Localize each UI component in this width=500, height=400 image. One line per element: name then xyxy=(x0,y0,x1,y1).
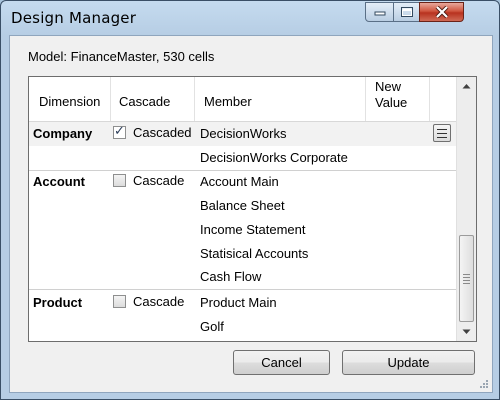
cascade-checkbox[interactable]: ✓ xyxy=(113,124,126,139)
grip-line xyxy=(463,283,470,284)
member-name: Golf xyxy=(200,319,224,334)
member-name: DecisionWorks Corporate xyxy=(200,150,348,165)
column-divider xyxy=(429,77,430,121)
column-header-member[interactable]: Member xyxy=(204,94,252,109)
dialog-body: Model: FinanceMaster, 530 cells Dimensio… xyxy=(9,35,493,393)
member-name: Cash Flow xyxy=(200,269,262,284)
member-name: DecisionWorks xyxy=(200,126,287,141)
close-icon xyxy=(435,6,448,18)
model-info-label: Model: FinanceMaster, 530 cells xyxy=(28,49,215,64)
dimension-name: Account xyxy=(33,174,85,189)
scrollbar-thumb[interactable] xyxy=(459,235,474,322)
dimension-name: Company xyxy=(33,126,93,141)
chevron-up-icon xyxy=(462,83,471,88)
member-name: Account Main xyxy=(200,174,279,189)
member-name: Balance Sheet xyxy=(200,198,285,213)
column-divider xyxy=(365,77,366,121)
grip-line xyxy=(463,277,470,278)
cascade-label: Cascade xyxy=(133,294,185,309)
window-title: Design Manager xyxy=(11,9,137,27)
cascade-checkbox[interactable] xyxy=(113,174,126,187)
cancel-button[interactable]: Cancel xyxy=(233,350,330,375)
menu-icon-line xyxy=(437,137,447,138)
grip-line xyxy=(463,274,470,275)
table-row[interactable]: Company ✓ Cascaded DecisionWorks xyxy=(29,122,456,146)
column-divider xyxy=(110,77,111,121)
table-row[interactable]: Income Statement xyxy=(29,218,456,242)
resize-grip-icon[interactable] xyxy=(479,379,489,389)
table-row[interactable]: DecisionWorks Corporate xyxy=(29,146,456,170)
cascade-label: Cascade xyxy=(133,173,185,188)
table-row[interactable]: Statisical Accounts xyxy=(29,242,456,266)
member-name: Product Main xyxy=(200,295,277,310)
dimension-grid: Dimension Cascade Member New Value Compa… xyxy=(28,76,477,342)
grip-line xyxy=(463,280,470,281)
cascade-label: Cascaded xyxy=(133,125,192,140)
title-bar[interactable]: Design Manager xyxy=(1,1,499,35)
scroll-up-button[interactable] xyxy=(457,77,476,94)
vertical-scrollbar[interactable] xyxy=(456,77,476,341)
dimension-name: Product xyxy=(33,295,83,310)
close-button[interactable] xyxy=(419,2,464,22)
chevron-down-icon xyxy=(462,329,471,334)
table-row[interactable]: Account Cascade Account Main xyxy=(29,170,456,194)
minimize-button[interactable] xyxy=(365,2,394,22)
update-button[interactable]: Update xyxy=(342,350,475,375)
design-manager-window: Design Manager Model: FinanceMaster, 530… xyxy=(0,0,500,400)
column-header-dimension[interactable]: Dimension xyxy=(39,94,100,109)
table-row[interactable]: Balance Sheet xyxy=(29,194,456,218)
row-menu-button[interactable] xyxy=(433,124,451,142)
checkmark-icon: ✓ xyxy=(114,124,125,139)
table-row[interactable]: Golf xyxy=(29,315,456,339)
column-header-new-value[interactable]: New Value xyxy=(375,79,419,111)
dimension-group-account: Account Cascade Account Main Balance She… xyxy=(29,170,456,290)
maximize-icon xyxy=(400,7,413,17)
column-header-cascade[interactable]: Cascade xyxy=(119,94,170,109)
menu-icon-line xyxy=(437,133,447,134)
table-row[interactable]: Product Cascade Product Main xyxy=(29,291,456,315)
member-name: Statisical Accounts xyxy=(200,246,309,261)
column-divider xyxy=(194,77,195,121)
dimension-group-company: Company ✓ Cascaded DecisionWorks Decisio… xyxy=(29,122,456,171)
menu-icon xyxy=(437,129,447,130)
member-name: Income Statement xyxy=(200,222,306,237)
table-row[interactable]: Cash Flow xyxy=(29,265,456,289)
minimize-icon xyxy=(374,11,385,16)
cascade-checkbox[interactable] xyxy=(113,295,126,308)
grid-header: Dimension Cascade Member New Value xyxy=(29,77,456,122)
maximize-button[interactable] xyxy=(393,2,420,22)
scroll-down-button[interactable] xyxy=(457,323,476,340)
dimension-group-product: Product Cascade Product Main Golf xyxy=(29,290,456,341)
